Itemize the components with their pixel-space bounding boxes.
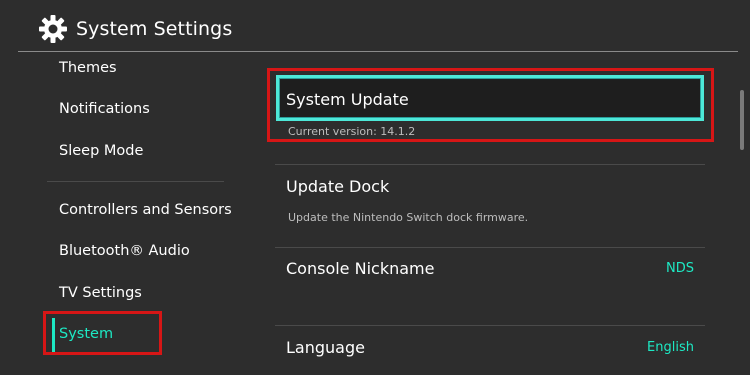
- sidebar-item-tv-settings[interactable]: TV Settings: [59, 285, 142, 301]
- gear-icon: [39, 15, 67, 43]
- language-value: English: [647, 340, 694, 355]
- sidebar-item-themes[interactable]: Themes: [59, 60, 117, 76]
- scrollbar[interactable]: [740, 90, 744, 150]
- sidebar-item-notifications[interactable]: Notifications: [59, 101, 150, 117]
- console-nickname-value: NDS: [666, 261, 694, 276]
- sidebar-item-sleep-mode[interactable]: Sleep Mode: [59, 143, 143, 159]
- highlight-outline-system-update: [267, 68, 714, 142]
- header-bar: System Settings: [0, 0, 750, 52]
- console-nickname-label[interactable]: Console Nickname: [286, 259, 434, 278]
- row-divider: [275, 325, 705, 326]
- sidebar-item-bluetooth-audio[interactable]: Bluetooth® Audio: [59, 243, 190, 259]
- sidebar-item-controllers-and-sensors[interactable]: Controllers and Sensors: [59, 202, 232, 218]
- row-divider: [275, 164, 705, 165]
- row-divider: [275, 247, 705, 248]
- page-title: System Settings: [76, 18, 233, 40]
- update-dock-label[interactable]: Update Dock: [286, 177, 389, 196]
- highlight-outline-system: [43, 311, 162, 355]
- sidebar-divider: [47, 181, 224, 182]
- header-divider: [18, 51, 738, 52]
- language-label[interactable]: Language: [286, 338, 365, 357]
- update-dock-description: Update the Nintendo Switch dock firmware…: [288, 211, 529, 224]
